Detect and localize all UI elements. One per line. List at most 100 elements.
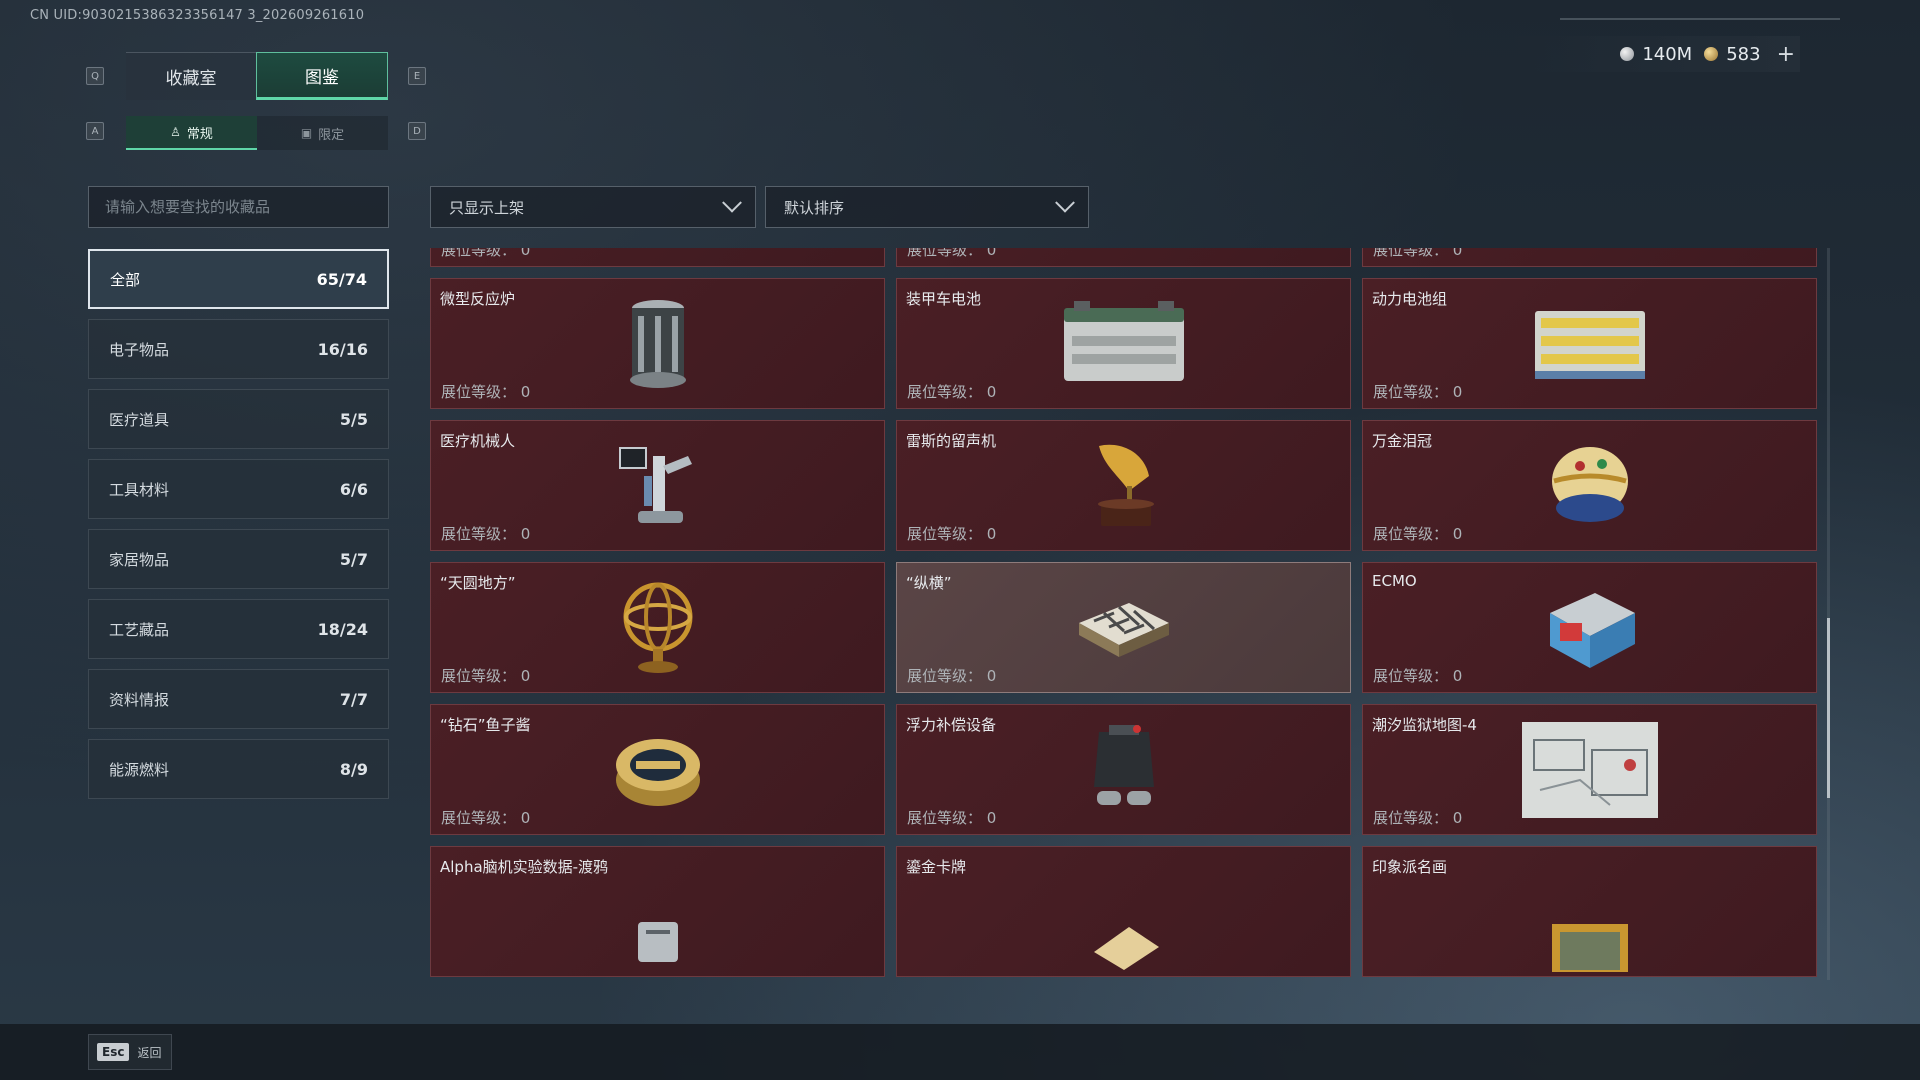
category-label: 能源燃料 [109, 760, 170, 779]
category-label: 工艺藏品 [109, 620, 170, 639]
display-level: 展位等级： 0 [907, 383, 997, 401]
item-name: “纵横” [906, 574, 952, 592]
grid-scrollbar[interactable] [1827, 248, 1830, 980]
chessboard-icon [1054, 578, 1194, 678]
search-input[interactable] [88, 186, 389, 228]
category-count: 7/7 [339, 689, 368, 709]
item-name: 装甲车电池 [906, 290, 982, 308]
collection-card[interactable]: 展位等级： 0 [1362, 248, 1817, 267]
back-label: 返回 [137, 1045, 162, 1060]
collection-card[interactable]: 浮力补偿设备 展位等级： 0 [896, 704, 1351, 835]
silver-amount: 140M [1642, 43, 1693, 65]
framed-painting-icon [1520, 892, 1660, 980]
subtab-limited[interactable]: ▣ 限定 [257, 116, 388, 150]
esc-key-icon: Esc [97, 1043, 130, 1061]
display-level: 展位等级： 0 [1373, 248, 1463, 259]
uid-text: CN UID:9030215386323356147 3_20260926161… [30, 8, 365, 23]
subtab-regular[interactable]: ♙ 常规 [126, 116, 257, 150]
category-label: 家居物品 [109, 550, 170, 569]
buoyancy-device-icon [1054, 720, 1194, 820]
category-count: 16/16 [317, 339, 368, 359]
collection-card[interactable]: “钻石”鱼子酱 展位等级： 0 [430, 704, 885, 835]
category-electronics[interactable]: 电子物品 16/16 [88, 319, 389, 379]
silver-coin-icon [1620, 47, 1635, 61]
display-level: 展位等级： 0 [441, 383, 531, 401]
category-energy[interactable]: 能源燃料 8/9 [88, 739, 389, 799]
person-icon: ♙ [170, 125, 181, 139]
item-name: 雷斯的留声机 [906, 432, 997, 450]
tab-catalog[interactable]: 图鉴 [256, 52, 388, 100]
category-household[interactable]: 家居物品 5/7 [88, 529, 389, 589]
data-drive-icon [588, 892, 728, 980]
category-medical[interactable]: 医疗道具 5/5 [88, 389, 389, 449]
vehicle-battery-icon [1054, 294, 1194, 394]
back-button[interactable]: Esc 返回 [88, 1034, 173, 1070]
category-list: 全部 65/74 电子物品 16/16 医疗道具 5/5 工具材料 6/6 家居… [88, 249, 389, 809]
category-crafts[interactable]: 工艺藏品 18/24 [88, 599, 389, 659]
subtab-regular-label: 常规 [186, 126, 213, 142]
category-tools[interactable]: 工具材料 6/6 [88, 459, 389, 519]
map-icon [1520, 720, 1660, 820]
gold-coin-icon [1704, 47, 1719, 61]
collection-card[interactable]: 展位等级： 0 [430, 248, 885, 267]
collection-card[interactable]: Alpha脑机实验数据-渡鸦 [430, 846, 885, 977]
category-label: 资料情报 [109, 690, 170, 709]
jeweled-egg-icon [1520, 436, 1660, 536]
category-count: 5/5 [339, 409, 368, 429]
add-currency-button[interactable]: + [1777, 42, 1795, 67]
collection-card[interactable]: 动力电池组 展位等级： 0 [1362, 278, 1817, 409]
category-label: 工具材料 [109, 480, 170, 499]
gold-currency: 583 [1704, 44, 1761, 65]
key-hint-e: E [408, 67, 426, 85]
category-count: 5/7 [339, 549, 368, 569]
collection-card[interactable]: 装甲车电池 展位等级： 0 [896, 278, 1351, 409]
collection-card[interactable]: 展位等级： 0 [896, 248, 1351, 267]
item-name: 万金泪冠 [1372, 432, 1433, 450]
display-level: 展位等级： 0 [1373, 525, 1463, 543]
sort-dropdown[interactable]: 默认排序 [765, 186, 1089, 228]
gramophone-icon [1054, 436, 1194, 536]
item-name: 医疗机械人 [440, 432, 516, 450]
display-level: 展位等级： 0 [1373, 383, 1463, 401]
collection-card[interactable]: 印象派名画 [1362, 846, 1817, 977]
collection-card[interactable]: 万金泪冠 展位等级： 0 [1362, 420, 1817, 551]
shelf-filter-dropdown[interactable]: 只显示上架 [430, 186, 756, 228]
footer-bar [0, 1024, 1920, 1080]
scrollbar-thumb[interactable] [1827, 618, 1830, 798]
shelf-filter-value: 只显示上架 [449, 198, 525, 217]
key-hint-a: A [86, 122, 104, 140]
display-level: 展位等级： 0 [907, 809, 997, 827]
silver-currency: 140M [1620, 44, 1692, 65]
collection-card-selected[interactable]: “纵横” 展位等级： 0 [896, 562, 1351, 693]
category-all[interactable]: 全部 65/74 [88, 249, 389, 309]
collection-card[interactable]: 潮汐监狱地图-4 展位等级： 0 [1362, 704, 1817, 835]
collection-grid-viewport: 展位等级： 0 展位等级： 0 展位等级： 0 微型反应炉 展位等级： 0 装甲… [430, 248, 1820, 980]
category-count: 18/24 [317, 619, 368, 639]
display-level: 展位等级： 0 [441, 248, 531, 259]
collection-card[interactable]: 医疗机械人 展位等级： 0 [430, 420, 885, 551]
coffee-bag-icon [1520, 248, 1660, 252]
collection-card[interactable]: 鎏金卡牌 [896, 846, 1351, 977]
tab-collection-room[interactable]: 收藏室 [126, 52, 256, 100]
category-intel[interactable]: 资料情报 7/7 [88, 669, 389, 729]
item-name: 微型反应炉 [440, 290, 516, 308]
display-level: 展位等级： 0 [907, 525, 997, 543]
item-name: 鎏金卡牌 [906, 858, 967, 876]
category-count: 8/9 [339, 759, 368, 779]
key-hint-q: Q [86, 67, 104, 85]
item-name: “天圆地方” [440, 574, 516, 592]
gpu-device-icon [588, 248, 728, 252]
collection-card[interactable]: ECMO 展位等级： 0 [1362, 562, 1817, 693]
battery-pack-icon [1520, 294, 1660, 394]
currency-bar: 140M 583 + [1620, 40, 1795, 68]
collection-card[interactable]: “天圆地方” 展位等级： 0 [430, 562, 885, 693]
display-level: 展位等级： 0 [1373, 667, 1463, 685]
category-label: 全部 [110, 270, 141, 289]
category-count: 6/6 [339, 479, 368, 499]
collection-card[interactable]: 微型反应炉 展位等级： 0 [430, 278, 885, 409]
collection-card[interactable]: 雷斯的留声机 展位等级： 0 [896, 420, 1351, 551]
item-name: 印象派名画 [1372, 858, 1448, 876]
item-name: 潮汐监狱地图-4 [1372, 716, 1477, 734]
collection-grid: 展位等级： 0 展位等级： 0 展位等级： 0 微型反应炉 展位等级： 0 装甲… [430, 248, 1820, 977]
item-name: ECMO [1372, 572, 1417, 590]
